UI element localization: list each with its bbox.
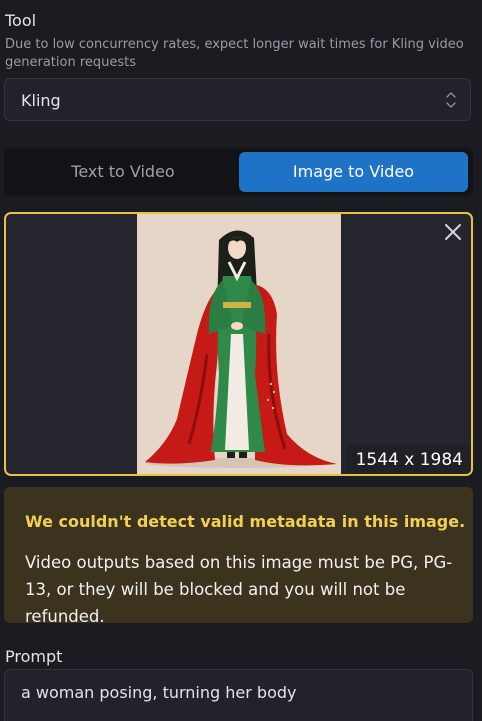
tab-image-to-video[interactable]: Image to Video — [239, 152, 468, 192]
tab-text-to-video[interactable]: Text to Video — [8, 152, 238, 192]
metadata-warning: We couldn't detect valid metadata in thi… — [4, 487, 473, 626]
mode-tabs: Text to Video Image to Video — [4, 148, 473, 196]
warning-title: We couldn't detect valid metadata in thi… — [25, 512, 466, 531]
close-icon[interactable] — [443, 222, 463, 242]
tool-hint: Due to low concurrency rates, expect lon… — [5, 37, 464, 70]
tool-select-value: Kling — [21, 91, 61, 110]
tool-select[interactable]: Kling — [4, 78, 471, 121]
image-dimensions-badge: 1544 x 1984 — [346, 444, 471, 474]
tool-label: Tool — [5, 11, 37, 30]
video-generation-panel: Tool Due to low concurrency rates, expec… — [0, 0, 482, 721]
uploaded-image-preview — [137, 214, 341, 474]
chevron-up-down-icon — [446, 92, 456, 108]
prompt-label: Prompt — [5, 647, 63, 666]
warning-body: Video outputs based on this image must b… — [25, 553, 453, 626]
image-upload-panel[interactable]: 1544 x 1984 — [4, 212, 473, 476]
prompt-input-value: a woman posing, turning her body — [21, 683, 297, 702]
prompt-input[interactable]: a woman posing, turning her body — [4, 669, 473, 721]
